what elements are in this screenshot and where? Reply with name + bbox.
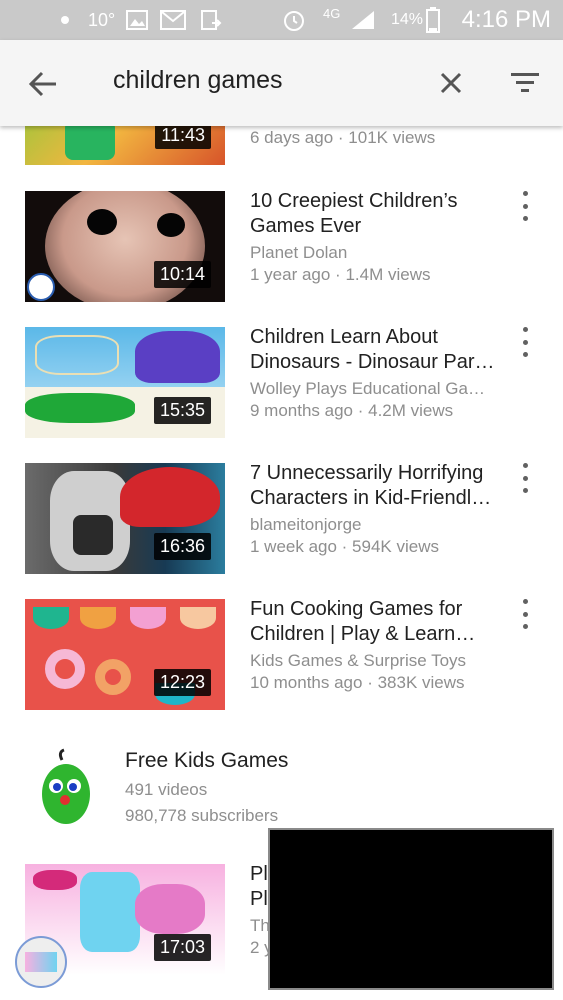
video-duration: 12:23 xyxy=(153,669,211,696)
more-options-icon[interactable] xyxy=(520,191,530,221)
location-icon xyxy=(58,0,72,40)
video-meta: 6 days ago · 101K views xyxy=(250,128,436,147)
mini-channel-avatar[interactable] xyxy=(15,936,67,988)
video-meta: 1 week ago · 594K views xyxy=(250,537,439,556)
channel-avatar[interactable] xyxy=(36,748,96,826)
more-options-icon[interactable] xyxy=(520,599,530,629)
gmail-icon xyxy=(160,0,186,40)
video-channel: Planet Dolan xyxy=(250,243,348,262)
channel-video-count: 491 videos xyxy=(125,780,208,799)
alarm-icon xyxy=(282,0,306,40)
video-title-line2[interactable]: Dinosaurs - Dinosaur Par… xyxy=(250,350,508,375)
channel-name[interactable]: Free Kids Games xyxy=(125,749,288,773)
more-options-icon[interactable] xyxy=(520,327,530,357)
clear-icon[interactable] xyxy=(436,68,466,98)
video-item[interactable]: 15:35 Children Learn About Dinosaurs - D… xyxy=(0,325,563,439)
temperature: 10° xyxy=(88,10,116,30)
battery-percent: 14% xyxy=(390,11,423,28)
video-item[interactable]: 16:36 7 Unnecessarily Horrifying Charact… xyxy=(0,461,563,575)
video-title-line1[interactable]: Children Learn About xyxy=(250,325,508,350)
video-meta: 9 months ago · 4.2M views xyxy=(250,401,454,420)
clock: 4:16 PM xyxy=(461,6,551,33)
video-channel: Wolley Plays Educational Ga… xyxy=(250,379,485,398)
back-arrow-icon[interactable] xyxy=(26,67,60,101)
video-thumbnail[interactable]: 16:36 xyxy=(25,463,225,574)
video-meta: 10 months ago · 383K views xyxy=(250,673,465,692)
gallery-icon xyxy=(126,0,148,40)
search-query-input[interactable]: children games xyxy=(113,66,283,95)
status-bar: 10° 4G 14% 4:16 PM xyxy=(0,0,563,40)
video-thumbnail[interactable]: 12:23 xyxy=(25,599,225,710)
channel-subscribers: 980,778 subscribers xyxy=(125,806,279,825)
video-title-line2[interactable]: Games Ever xyxy=(250,214,508,239)
video-channel: Kids Games & Surprise Toys xyxy=(250,651,467,670)
video-channel: blameitonjorge xyxy=(250,515,362,534)
video-thumbnail[interactable]: 15:35 xyxy=(25,327,225,438)
video-thumbnail[interactable]: 10:14 xyxy=(25,191,225,302)
battery-icon xyxy=(426,0,440,40)
search-bar: children games xyxy=(0,40,563,126)
video-duration: 15:35 xyxy=(153,397,211,424)
channel-item[interactable]: Free Kids Games 491 videos 980,778 subsc… xyxy=(0,738,563,838)
network-type: 4G xyxy=(323,6,341,21)
video-duration: 17:03 xyxy=(153,934,211,961)
video-channel: Th xyxy=(250,916,270,935)
video-title-line2[interactable]: Children | Play & Learn… xyxy=(250,622,508,647)
video-title-line2[interactable]: Characters in Kid-Friendl… xyxy=(250,486,508,511)
video-duration: 16:36 xyxy=(153,533,211,560)
signal-icon xyxy=(350,0,376,40)
mini-player[interactable] xyxy=(268,828,554,990)
filter-icon[interactable] xyxy=(509,70,541,96)
video-item[interactable]: 12:23 Fun Cooking Games for Children | P… xyxy=(0,597,563,711)
video-meta: 1 year ago · 1.4M views xyxy=(250,265,431,284)
video-title-line1[interactable]: Fun Cooking Games for xyxy=(250,597,508,622)
video-title-line1[interactable]: 7 Unnecessarily Horrifying xyxy=(250,461,508,486)
video-duration: 11:43 xyxy=(155,122,211,149)
video-title-line1[interactable]: 10 Creepiest Children’s xyxy=(250,189,508,214)
more-options-icon[interactable] xyxy=(520,463,530,493)
video-item[interactable]: 10:14 10 Creepiest Children’s Games Ever… xyxy=(0,189,563,303)
video-duration: 10:14 xyxy=(153,261,211,288)
download-icon xyxy=(200,0,222,40)
